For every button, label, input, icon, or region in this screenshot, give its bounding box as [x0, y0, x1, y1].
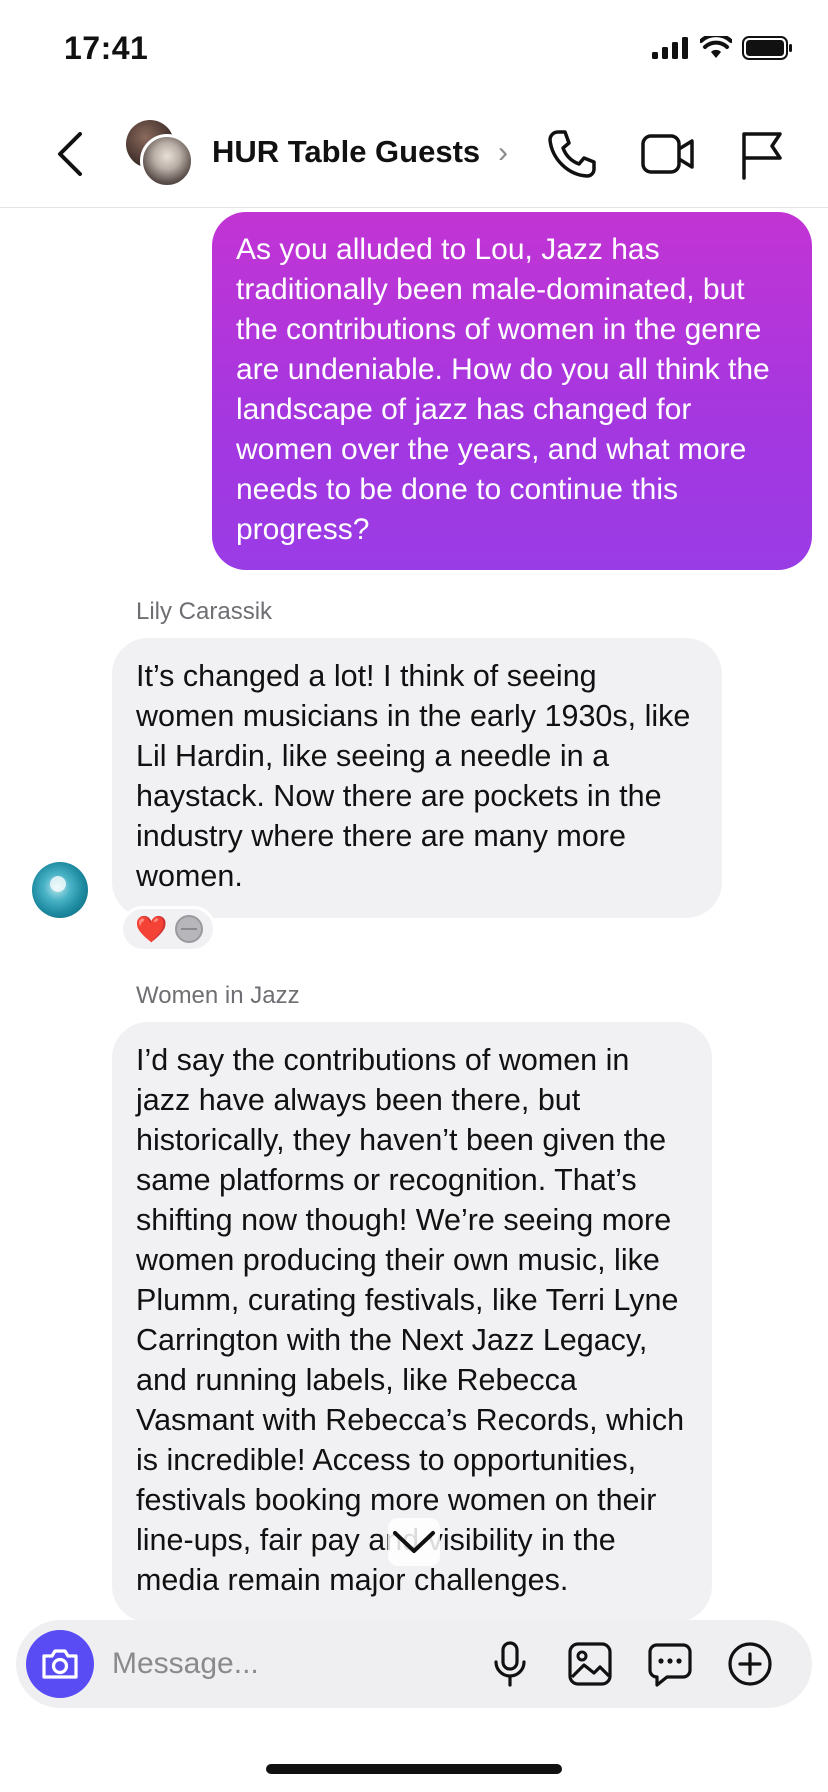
gray-reaction-icon: [175, 915, 204, 943]
sent-message-bubble[interactable]: As you alluded to Lou, Jazz has traditio…: [212, 212, 812, 570]
call-button[interactable]: [546, 128, 598, 180]
sender-name: Lily Carassik: [136, 598, 273, 625]
phone-icon: [548, 130, 596, 178]
video-camera-icon: [641, 134, 694, 174]
microphone-icon: [494, 1641, 526, 1687]
heart-reaction-icon: ❤️: [135, 914, 168, 944]
sticker-button[interactable]: [644, 1638, 696, 1690]
camera-button[interactable]: [26, 1630, 94, 1698]
voice-message-button[interactable]: [484, 1638, 536, 1690]
message-composer: [16, 1620, 812, 1708]
scroll-to-bottom-button[interactable]: [388, 1518, 440, 1566]
sticker-icon: [648, 1643, 692, 1687]
chevron-right-icon: ›: [498, 136, 508, 169]
report-button[interactable]: [738, 128, 784, 180]
battery-icon: [742, 36, 792, 60]
wifi-icon: [700, 36, 732, 58]
avatar[interactable]: [32, 862, 88, 918]
message-input[interactable]: [112, 1638, 472, 1690]
plus-icon: [728, 1642, 772, 1686]
chat-title[interactable]: HUR Table Guests: [212, 134, 480, 170]
status-icons: [652, 36, 794, 60]
video-call-button[interactable]: [640, 130, 696, 178]
camera-icon: [42, 1649, 78, 1679]
add-button[interactable]: [724, 1638, 776, 1690]
sender-name: Women in Jazz: [136, 982, 300, 1009]
chat-header: HUR Table Guests ›: [0, 100, 828, 208]
group-avatar[interactable]: [126, 120, 196, 188]
received-message-bubble[interactable]: It’s changed a lot! I think of seeing wo…: [112, 638, 722, 918]
image-icon: [568, 1642, 612, 1686]
status-time: 17:41: [64, 30, 149, 66]
avatar: [140, 134, 194, 188]
chevron-down-icon: [393, 1531, 435, 1553]
flag-icon: [742, 132, 782, 180]
home-indicator[interactable]: [266, 1764, 562, 1774]
cellular-signal-icon: [652, 37, 688, 59]
status-bar: 17:41: [0, 0, 828, 100]
back-chevron-icon: [58, 132, 82, 176]
gallery-button[interactable]: [564, 1638, 616, 1690]
back-button[interactable]: [50, 126, 90, 182]
message-reactions[interactable]: ❤️: [120, 906, 216, 952]
